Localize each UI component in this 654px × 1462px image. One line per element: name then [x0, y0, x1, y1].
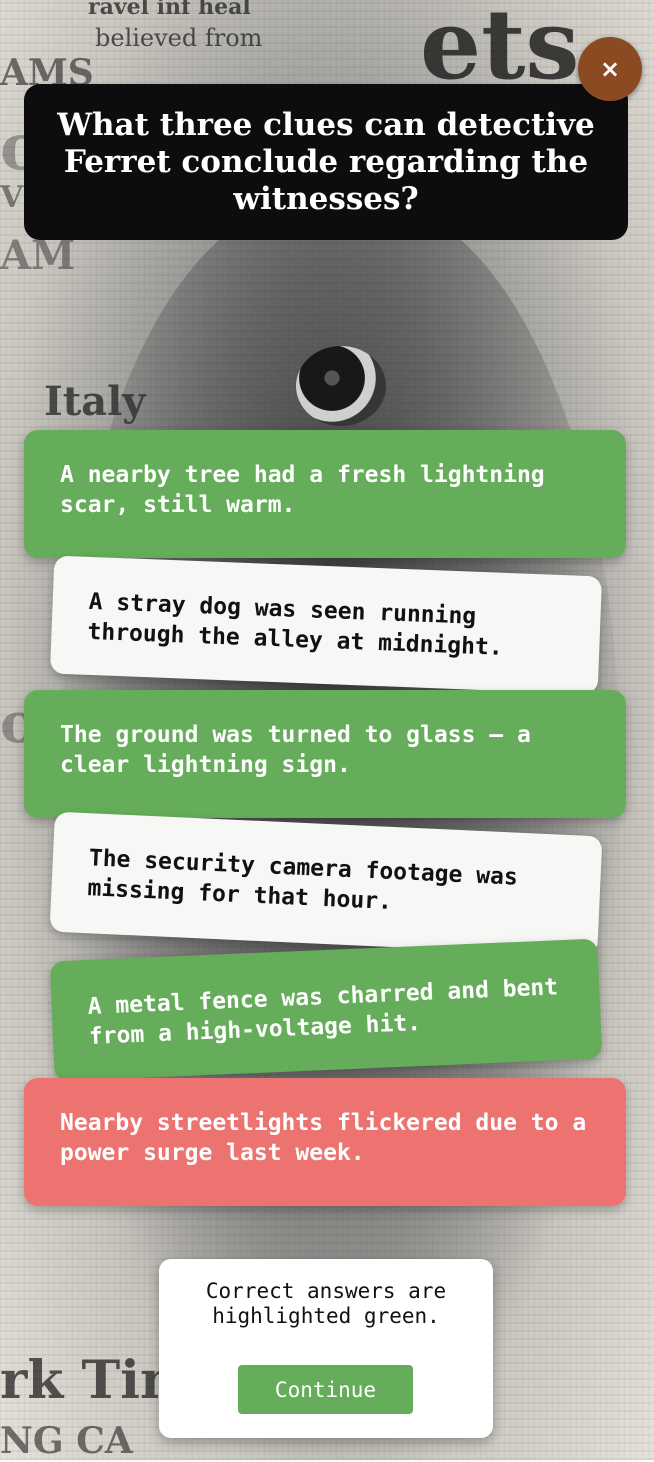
close-button[interactable]: × [578, 37, 642, 101]
answer-card-6[interactable]: Nearby streetlights flickered due to a p… [24, 1078, 626, 1206]
question-text: What three clues can detective Ferret co… [57, 106, 595, 217]
ferret-eye [296, 346, 386, 426]
answer-text: Nearby streetlights flickered due to a p… [60, 1110, 587, 1166]
result-message: Correct answers are highlighted green. [205, 1279, 447, 1328]
answer-card-3[interactable]: The ground was turned to glass — a clear… [24, 690, 626, 818]
newsprint-text: ravel inf heal [88, 0, 251, 20]
answer-text: A metal fence was charred and bent from … [87, 974, 559, 1050]
question-banner: What three clues can detective Ferret co… [24, 84, 628, 240]
answer-text: A stray dog was seen running through the… [87, 588, 504, 661]
answer-card-2[interactable]: A stray dog was seen running through the… [49, 555, 603, 695]
result-modal: Correct answers are highlighted green. C… [159, 1259, 493, 1438]
answer-card-5[interactable]: A metal fence was charred and bent from … [49, 938, 603, 1082]
answer-card-1[interactable]: A nearby tree had a fresh lightning scar… [24, 430, 626, 558]
close-icon: × [599, 55, 621, 83]
newsprint-text: NG CA [0, 1420, 133, 1462]
answer-text: The security camera footage was missing … [86, 845, 519, 915]
answer-card-4[interactable]: The security camera footage was missing … [49, 811, 603, 957]
continue-button[interactable]: Continue [238, 1365, 413, 1414]
answer-text: A nearby tree had a fresh lightning scar… [60, 462, 545, 518]
newsprint-text: believed from [95, 24, 263, 52]
answer-text: The ground was turned to glass — a clear… [60, 722, 531, 778]
